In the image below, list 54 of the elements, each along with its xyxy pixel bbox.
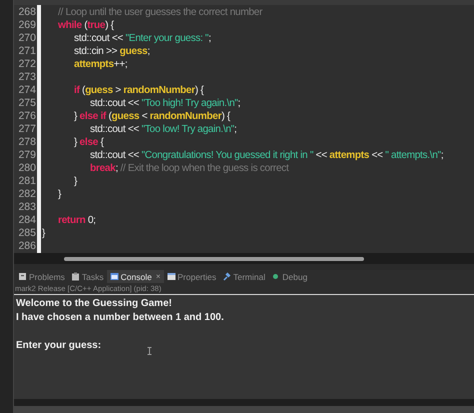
code-line: while (true) { — [58, 19, 114, 32]
line-number: 285 — [17, 227, 37, 240]
panel-tab[interactable]: Terminal — [219, 270, 268, 283]
code-line: } — [74, 175, 78, 188]
code-line: std::cin >> guess; — [74, 45, 150, 58]
line-number: 284 — [17, 214, 37, 227]
code-line: // Loop until the user guesses the correct number — [58, 6, 262, 19]
code-line: } — [58, 188, 62, 201]
bug-icon — [271, 272, 280, 281]
code-line: std::cout << "Enter your guess: "; — [74, 32, 211, 45]
line-number: 281 — [17, 175, 37, 188]
properties-icon — [166, 272, 176, 281]
line-number: 272 — [17, 58, 37, 71]
clipboard-icon — [70, 272, 80, 281]
panel-tab[interactable]: Debug — [268, 270, 310, 283]
panel-tab[interactable]: Problems — [15, 270, 68, 283]
close-icon[interactable]: × — [156, 272, 160, 281]
console-text: Enter your guess: — [16, 339, 102, 353]
line-number: 282 — [17, 188, 37, 201]
line-number: 269 — [17, 19, 37, 32]
code-line: return 0; — [58, 214, 96, 227]
line-number: 277 — [17, 123, 37, 136]
horizontal-scrollbar[interactable] — [14, 399, 474, 406]
scrollbar-thumb[interactable] — [64, 256, 364, 260]
problems-icon — [18, 272, 27, 281]
line-number: 280 — [17, 162, 37, 175]
code-line: } else if (guess < randomNumber) { — [74, 110, 230, 123]
code-line: if (guess > randomNumber) { — [74, 84, 204, 97]
plug-icon — [222, 272, 232, 281]
console-text: I have chosen a number between 1 and 100. — [16, 311, 224, 325]
code-line: attempts++; — [74, 58, 128, 71]
panel-tab[interactable]: Properties — [164, 270, 220, 283]
line-number: 274 — [17, 84, 37, 97]
line-number: 271 — [17, 45, 37, 58]
line-number: 273 — [17, 71, 37, 84]
line-number: 286 — [17, 240, 37, 253]
panel-tab[interactable]: Tasks — [68, 270, 107, 283]
code-line: std::cout << "Too high! Try again.\n"; — [90, 97, 240, 110]
code-line: break; // Exit the loop when the guess is correct — [90, 162, 289, 175]
code-line: } else { — [74, 136, 104, 149]
line-number: 276 — [17, 110, 37, 123]
line-number: 283 — [17, 201, 37, 214]
line-number: 268 — [17, 6, 37, 19]
code-line: std::cout << "Too low! Try again.\n"; — [90, 123, 237, 136]
line-number: 270 — [17, 32, 37, 45]
console-icon — [110, 272, 119, 281]
console-text: Welcome to the Guessing Game! — [16, 297, 172, 311]
panel-tab[interactable]: Console × — [106, 270, 164, 283]
text-cursor-icon — [147, 347, 152, 355]
line-number: 279 — [17, 149, 37, 162]
line-number: 275 — [17, 97, 37, 110]
line-number: 278 — [17, 136, 37, 149]
code-line: } — [42, 227, 46, 240]
code-line: std::cout << "Congratulations! You guessed it right in " << attempts << " attempts.\n"; — [90, 149, 444, 162]
